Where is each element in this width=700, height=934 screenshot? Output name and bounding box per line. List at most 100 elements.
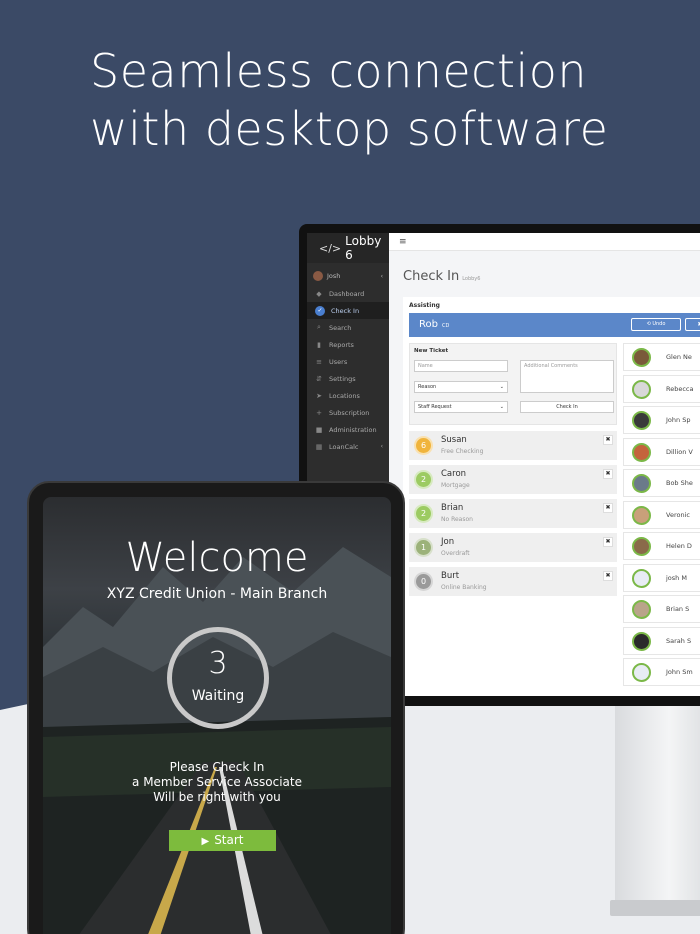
page-subtitle: Lobby6 (462, 276, 481, 282)
avatar (313, 271, 323, 281)
sidebar-nav: ◆ Dashboard ✓ Check In ⌕ Search ▮ Reports ≡ Users… (307, 285, 389, 455)
staff-item[interactable]: John Sm (623, 658, 700, 686)
staff-select[interactable]: Staff Request ⌄ (414, 401, 508, 413)
sidebar-item-label: Reports (329, 340, 354, 349)
sidebar-item-dashboard[interactable]: ◆ Dashboard (307, 285, 389, 302)
message-line-2: a Member Service Associate (132, 775, 302, 789)
sidebar-item-administration[interactable]: ■ Administration (307, 421, 389, 438)
new-ticket-label: New Ticket (414, 348, 449, 354)
staff-item[interactable]: josh M (623, 563, 700, 592)
remove-queue-button[interactable]: ✖ (603, 503, 613, 513)
avatar (632, 348, 651, 367)
play-icon: ▶ (201, 836, 210, 847)
remove-queue-button[interactable]: ✖ (603, 435, 613, 445)
staff-item[interactable]: Glen Ne (623, 343, 700, 371)
staff-select-value: Staff Request (418, 404, 452, 410)
queue-wait-badge: 2 (414, 504, 433, 523)
chevron-left-icon: ‹ (380, 272, 383, 280)
sidebar-item-loancalc[interactable]: ▦ LoanCalc ‹ (307, 438, 389, 455)
reason-select[interactable]: Reason ⌄ (414, 381, 508, 393)
name-input[interactable]: Name (414, 360, 508, 372)
avatar (632, 663, 651, 682)
queue-item[interactable]: 0 Burt Online Banking ✖ (409, 567, 617, 596)
close-assist-button[interactable]: ✖ (685, 318, 700, 331)
waiting-counter: 3 Waiting (167, 627, 269, 729)
staff-item[interactable]: John Sp (623, 406, 700, 434)
undo-button[interactable]: ⟲ Undo (631, 318, 681, 331)
waiting-count: 3 (208, 646, 228, 681)
avatar (632, 631, 651, 651)
check-in-button[interactable]: Check In (520, 401, 614, 413)
queue-reason: No Reason (441, 516, 473, 523)
avatar (632, 442, 651, 462)
remove-queue-button[interactable]: ✖ (603, 537, 613, 547)
welcome-title: Welcome (125, 535, 309, 581)
queue-name: Burt (441, 571, 460, 581)
staff-item[interactable]: Helen D (623, 532, 700, 560)
search-icon: ⌕ (317, 323, 321, 331)
check-in-message: Please Check In a Member Service Associa… (43, 760, 391, 805)
queue-item[interactable]: 2 Caron Mortgage ✖ (409, 465, 617, 494)
remove-queue-button[interactable]: ✖ (603, 571, 613, 581)
queue-reason: Mortgage (441, 482, 470, 489)
queue-item[interactable]: 6 Susan Free Checking ✖ (409, 431, 617, 460)
avatar (632, 537, 651, 556)
assisting-name: Rob (419, 319, 438, 330)
sidebar-item-label: Users (329, 357, 348, 366)
sidebar-item-label: Search (329, 323, 352, 332)
queue-item[interactable]: 2 Brian No Reason ✖ (409, 499, 617, 528)
sliders-icon: ⇵ (316, 374, 322, 383)
staff-item[interactable]: Rebecca (623, 374, 700, 403)
branch-name: XYZ Credit Union - Main Branch (106, 586, 328, 602)
sidebar-item-label: Locations (329, 391, 360, 400)
queue-item[interactable]: 1 Jon Overdraft ✖ (409, 533, 617, 562)
queue-name: Susan (441, 435, 467, 445)
staff-item[interactable]: Dillion V (623, 437, 700, 466)
waiting-label: Waiting (191, 688, 245, 704)
queue-wait-badge: 2 (414, 470, 433, 489)
staff-name: Rebecca (666, 384, 694, 393)
start-button[interactable]: ▶ Start (169, 830, 276, 851)
avatar (632, 411, 651, 430)
staff-item[interactable]: Bob She (623, 469, 700, 497)
comments-textarea[interactable]: Additional Comments (520, 360, 614, 393)
sidebar-item-search[interactable]: ⌕ Search (307, 319, 389, 336)
avatar (632, 474, 651, 493)
sidebar-item-label: Settings (329, 374, 356, 383)
sidebar-item-settings[interactable]: ⇵ Settings (307, 370, 389, 387)
sidebar-item-reports[interactable]: ▮ Reports (307, 336, 389, 353)
queue-reason: Overdraft (441, 550, 470, 557)
queue-name: Brian (441, 503, 464, 513)
message-line-3: Will be right with you (153, 790, 281, 804)
hamburger-menu-icon[interactable]: ≡ (399, 237, 407, 247)
sidebar-item-label: Check In (331, 306, 360, 315)
new-ticket-form: New Ticket Name Additional Comments Reas… (409, 343, 617, 425)
queue-name: Caron (441, 469, 467, 479)
sidebar-user[interactable]: Josh ‹ (307, 267, 389, 285)
sidebar-item-label: LoanCalc (329, 442, 359, 451)
staff-item[interactable]: Veronic (623, 500, 700, 529)
assisting-label: Assisting (409, 302, 440, 309)
dashboard-icon: ◆ (316, 289, 322, 298)
avatar (632, 505, 651, 525)
staff-name: josh M (666, 573, 687, 582)
headline-line-1: Seamless connection (90, 44, 588, 98)
chevron-left-icon: ‹ (380, 443, 383, 450)
staff-name: Dillion V (666, 447, 693, 456)
staff-item[interactable]: Sarah S (623, 626, 700, 655)
sidebar-user-name: Josh (327, 272, 341, 280)
topbar: ≡ (389, 233, 700, 251)
list-icon: ≡ (316, 357, 322, 366)
headline-line-2: with desktop software (90, 102, 609, 156)
logo-icon: </> (319, 241, 342, 255)
sidebar-item-subscription[interactable]: + Subscription (307, 404, 389, 421)
queue-reason: Online Banking (441, 584, 487, 591)
chart-icon: ▮ (317, 340, 321, 349)
staff-item[interactable]: Brian S (623, 595, 700, 623)
remove-queue-button[interactable]: ✖ (603, 469, 613, 479)
sidebar-item-locations[interactable]: ➤ Locations (307, 387, 389, 404)
app-logo[interactable]: </> Lobby 6 (307, 233, 389, 263)
assisting-bar: RobCD ⟲ Undo ✖ (409, 313, 700, 337)
sidebar-item-check-in[interactable]: ✓ Check In (307, 302, 389, 319)
sidebar-item-users[interactable]: ≡ Users (307, 353, 389, 370)
